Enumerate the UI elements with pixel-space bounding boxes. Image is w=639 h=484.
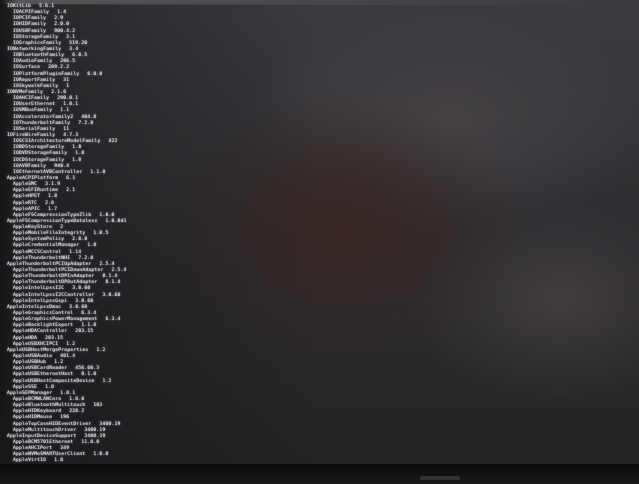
log-line-version: 1.0.0d1	[105, 218, 127, 224]
log-line-version: 11.0.0	[81, 439, 100, 445]
log-line-version: 1.0.0	[93, 452, 109, 458]
log-line-version: 1.2	[102, 378, 112, 384]
log-line-version: 1.0.5	[93, 231, 109, 237]
log-line-version: 228.2	[69, 409, 85, 415]
photo-of-monitor: IOKitLib 5.6.1 IOACPIFamily 1.4 IOPCIFamily 2…	[0, 0, 639, 484]
log-line-version: 2.1	[66, 188, 76, 194]
monitor-logo	[420, 476, 460, 480]
log-line-version: 1.2	[96, 347, 106, 353]
log-line-version: 1.8	[72, 157, 82, 163]
log-line-version: 7.2.8	[78, 120, 94, 126]
log-line-version: 103	[93, 403, 103, 409]
monitor-bezel	[0, 464, 639, 484]
log-line-version: 6.1	[66, 175, 76, 181]
log-line-version: 422	[108, 139, 118, 145]
log-line-version: 6.3.4	[105, 317, 121, 323]
log-line-version: 3.0.60	[102, 292, 121, 298]
log-line-version: 283.15	[75, 329, 94, 335]
log-line-version: 8.1.4	[105, 280, 121, 286]
log-line-version: 1.0	[87, 243, 97, 249]
log-line-version: 6.0.0	[87, 71, 103, 77]
kernel-log-text: IOKitLib 5.6.1 IOACPIFamily 1.4 IOPCIFamily 2…	[7, 4, 307, 477]
log-line-version: 1.1.0	[90, 169, 106, 175]
log-line-version: 1	[66, 83, 70, 89]
